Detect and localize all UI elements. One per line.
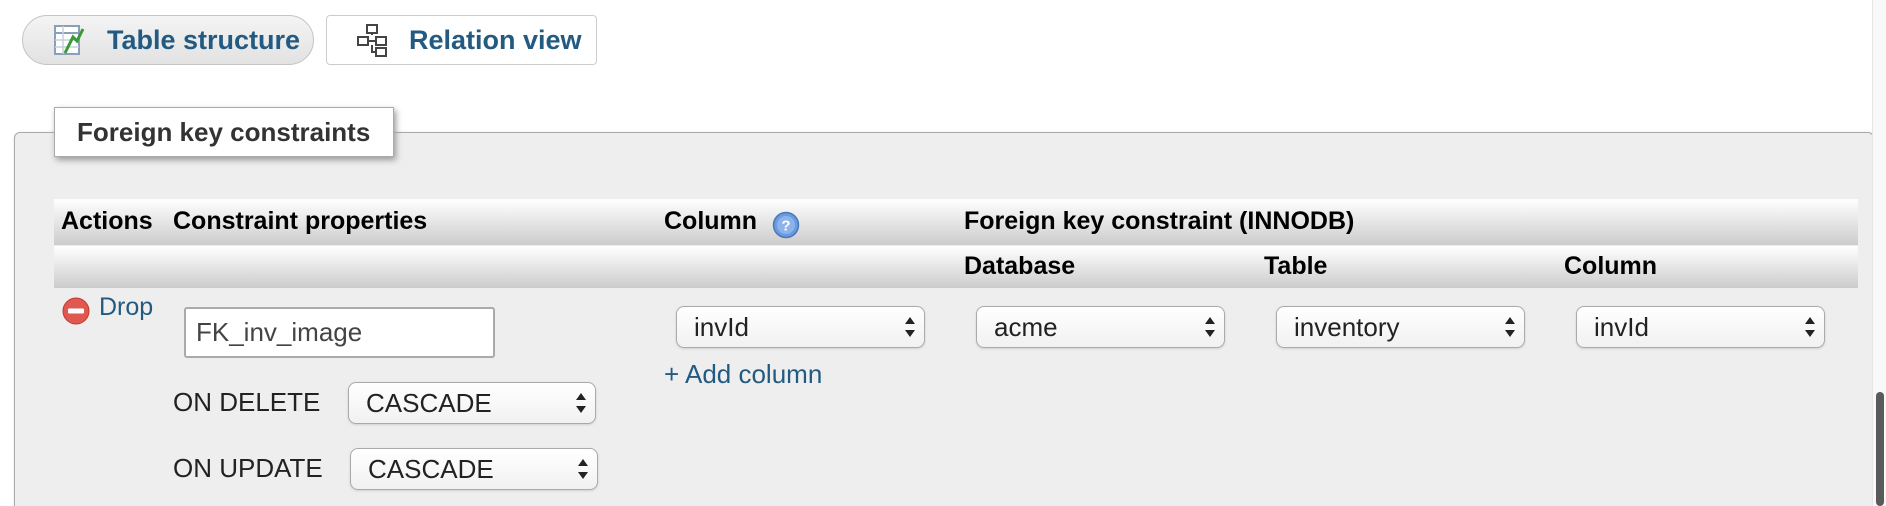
- select-arrows-icon: [905, 317, 915, 337]
- header-table: Table: [1264, 252, 1328, 280]
- header-foreign-key-constraint: Foreign key constraint (INNODB): [964, 207, 1355, 235]
- add-column-link[interactable]: + Add column: [664, 359, 822, 390]
- select-arrows-icon: [576, 393, 586, 413]
- select-arrows-icon: [578, 459, 588, 479]
- page: Table structure Relation view Foreign ke…: [0, 0, 1886, 506]
- ref-column-value: invId: [1594, 311, 1649, 342]
- on-delete-label: ON DELETE: [173, 387, 321, 417]
- drop-link[interactable]: Drop: [99, 293, 153, 322]
- header-database: Database: [964, 252, 1076, 280]
- vertical-scrollbar[interactable]: [1872, 0, 1886, 506]
- on-delete-select[interactable]: CASCADE: [348, 382, 596, 424]
- tab-label: Table structure: [107, 24, 301, 55]
- tab-label: Relation view: [409, 24, 582, 55]
- header-actions: Actions: [61, 207, 153, 235]
- table-structure-icon: [53, 23, 87, 57]
- fieldset-legend: Foreign key constraints: [54, 107, 394, 157]
- column-value: invId: [694, 311, 749, 342]
- on-update-label: ON UPDATE: [173, 453, 323, 483]
- relation-view-icon: [355, 23, 389, 57]
- on-update-select[interactable]: CASCADE: [350, 448, 598, 490]
- scrollbar-thumb[interactable]: [1876, 392, 1884, 506]
- svg-text:?: ?: [781, 218, 790, 235]
- table-value: inventory: [1294, 311, 1400, 342]
- select-arrows-icon: [1205, 317, 1215, 337]
- header-column: Column: [664, 207, 758, 235]
- on-delete-value: CASCADE: [366, 387, 492, 418]
- help-icon[interactable]: ?: [772, 211, 800, 239]
- on-update-value: CASCADE: [368, 453, 494, 484]
- header-constraint-properties: Constraint properties: [173, 207, 428, 235]
- table-select[interactable]: inventory: [1276, 306, 1525, 348]
- database-select[interactable]: acme: [976, 306, 1225, 348]
- drop-icon[interactable]: [62, 297, 90, 325]
- select-arrows-icon: [1505, 317, 1515, 337]
- column-select[interactable]: invId: [676, 306, 925, 348]
- constraint-name-input[interactable]: [184, 307, 495, 358]
- header-ref-column: Column: [1564, 252, 1658, 280]
- ref-column-select[interactable]: invId: [1576, 306, 1825, 348]
- select-arrows-icon: [1805, 317, 1815, 337]
- tab-table-structure[interactable]: Table structure: [22, 15, 314, 65]
- database-value: acme: [994, 311, 1058, 342]
- tab-relation-view[interactable]: Relation view: [326, 15, 597, 65]
